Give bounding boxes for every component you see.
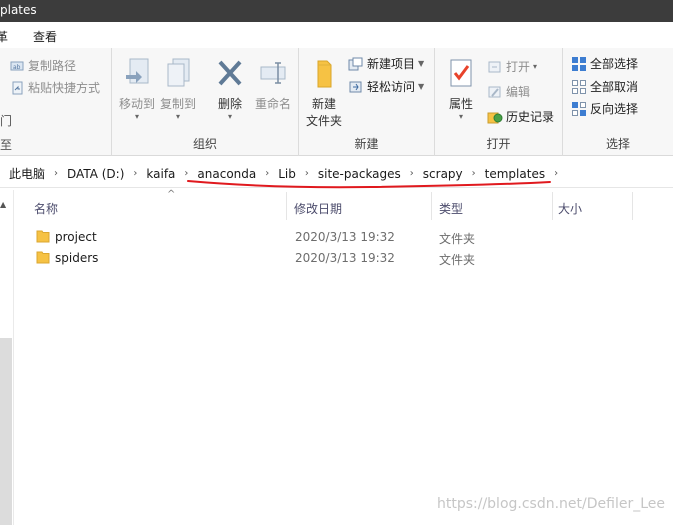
rename-icon bbox=[260, 62, 286, 84]
delete-button[interactable]: 删除 ▾ bbox=[210, 57, 250, 121]
open-group-title: 打开 bbox=[486, 137, 511, 151]
group-select: 全部选择 全部取消 反向选择 选择 bbox=[563, 48, 673, 156]
select-none-icon bbox=[572, 79, 586, 94]
ribbon-tabs: 革 查看 bbox=[0, 22, 673, 48]
tab-view[interactable]: 查看 bbox=[33, 28, 57, 45]
file-name: project bbox=[55, 230, 97, 244]
clipboard-partial-label: 门 bbox=[0, 114, 13, 128]
file-type: 文件夹 bbox=[439, 253, 476, 267]
file-row[interactable]: spiders 2020/3/13 19:32 文件夹 bbox=[14, 247, 634, 268]
column-type[interactable]: 类型 bbox=[439, 200, 463, 217]
move-to-button[interactable]: 移动到 ▾ bbox=[117, 57, 157, 121]
crumb-kaifa[interactable]: kaifa bbox=[141, 167, 180, 181]
file-name: spiders bbox=[55, 251, 99, 265]
new-group-title: 新建 bbox=[354, 137, 379, 151]
select-all-button[interactable]: 全部选择 bbox=[571, 55, 638, 72]
column-size[interactable]: 大小 bbox=[558, 200, 582, 217]
clipboard-partial-title: 至 bbox=[0, 138, 13, 152]
select-group-title: 选择 bbox=[605, 137, 630, 151]
move-to-icon bbox=[126, 58, 149, 84]
group-clipboard: ab 复制路径 粘贴快捷方式 门 至 bbox=[0, 48, 112, 156]
file-type: 文件夹 bbox=[439, 232, 476, 246]
new-item-button[interactable]: 新建项目 ▼ bbox=[348, 55, 424, 72]
sort-ascending-icon: ^ bbox=[167, 189, 176, 200]
red-underline-annotation bbox=[187, 180, 551, 189]
chevron-right-icon[interactable]: › bbox=[50, 168, 62, 179]
crumb-drive[interactable]: DATA (D:) bbox=[62, 167, 129, 181]
column-headers: ^ 名称 修改日期 类型 大小 bbox=[14, 189, 673, 220]
new-folder-icon bbox=[317, 60, 332, 88]
new-item-icon bbox=[348, 57, 363, 70]
copy-path-icon: ab bbox=[10, 61, 24, 71]
select-none-button[interactable]: 全部取消 bbox=[571, 78, 638, 95]
column-divider[interactable] bbox=[431, 192, 432, 220]
paste-shortcut-button[interactable]: 粘贴快捷方式 bbox=[10, 79, 100, 96]
open-icon bbox=[488, 61, 501, 72]
file-modified: 2020/3/13 19:32 bbox=[295, 251, 395, 265]
open-button[interactable]: 打开 ▾ bbox=[487, 58, 537, 75]
copy-to-button[interactable]: 复制到 ▾ bbox=[158, 57, 198, 121]
properties-icon bbox=[450, 59, 472, 87]
new-folder-button[interactable]: 新建 文件夹 bbox=[303, 57, 345, 129]
easy-access-icon bbox=[349, 81, 362, 92]
copy-to-icon bbox=[167, 58, 190, 87]
delete-icon bbox=[218, 60, 242, 86]
title-bar: plates bbox=[0, 0, 673, 22]
easy-access-button[interactable]: 轻松访问 ▼ bbox=[348, 78, 424, 95]
folder-icon bbox=[36, 230, 50, 243]
svg-text:ab: ab bbox=[13, 64, 21, 71]
organize-group-title: 组织 bbox=[192, 137, 217, 151]
history-icon bbox=[487, 112, 503, 123]
invert-selection-button[interactable]: 反向选择 bbox=[571, 100, 638, 117]
navigation-scrollbar-thumb[interactable] bbox=[0, 338, 12, 525]
group-new: 新建 文件夹 新建项目 ▼ 轻松访问 ▼ 新建 bbox=[299, 48, 435, 156]
edit-button[interactable]: 编辑 bbox=[487, 83, 530, 100]
file-row[interactable]: project 2020/3/13 19:32 文件夹 bbox=[14, 226, 634, 247]
ribbon: ab 复制路径 粘贴快捷方式 门 至 移动到 ▾ 复制到 ▾ 删除 ▾ 重命名 bbox=[0, 48, 673, 156]
select-all-icon bbox=[572, 56, 586, 71]
chevron-right-icon[interactable]: › bbox=[129, 168, 141, 179]
group-open: 属性 ▾ 打开 ▾ 编辑 历史记录 打开 bbox=[435, 48, 563, 156]
column-divider[interactable] bbox=[552, 192, 553, 220]
file-modified: 2020/3/13 19:32 bbox=[295, 230, 395, 244]
crumb-this-pc[interactable]: 此电脑 bbox=[4, 165, 50, 182]
rename-button[interactable]: 重命名 bbox=[252, 57, 294, 112]
column-modified[interactable]: 修改日期 bbox=[294, 200, 342, 217]
window-title: plates bbox=[0, 3, 37, 17]
invert-selection-icon bbox=[572, 101, 586, 116]
tab-share[interactable]: 革 bbox=[0, 28, 8, 45]
scroll-up-icon[interactable]: ▲ bbox=[0, 200, 11, 209]
group-organize: 移动到 ▾ 复制到 ▾ 删除 ▾ 重命名 组织 bbox=[112, 48, 299, 156]
column-divider[interactable] bbox=[286, 192, 287, 220]
history-button[interactable]: 历史记录 bbox=[487, 108, 554, 125]
column-name[interactable]: 名称 bbox=[34, 200, 58, 217]
column-divider[interactable] bbox=[632, 192, 633, 220]
folder-icon bbox=[36, 251, 50, 264]
paste-shortcut-icon bbox=[12, 81, 23, 94]
properties-button[interactable]: 属性 ▾ bbox=[441, 57, 481, 121]
watermark: https://blog.csdn.net/Defiler_Lee bbox=[436, 496, 665, 512]
edit-icon bbox=[488, 86, 501, 97]
copy-path-button[interactable]: ab 复制路径 bbox=[10, 57, 76, 74]
